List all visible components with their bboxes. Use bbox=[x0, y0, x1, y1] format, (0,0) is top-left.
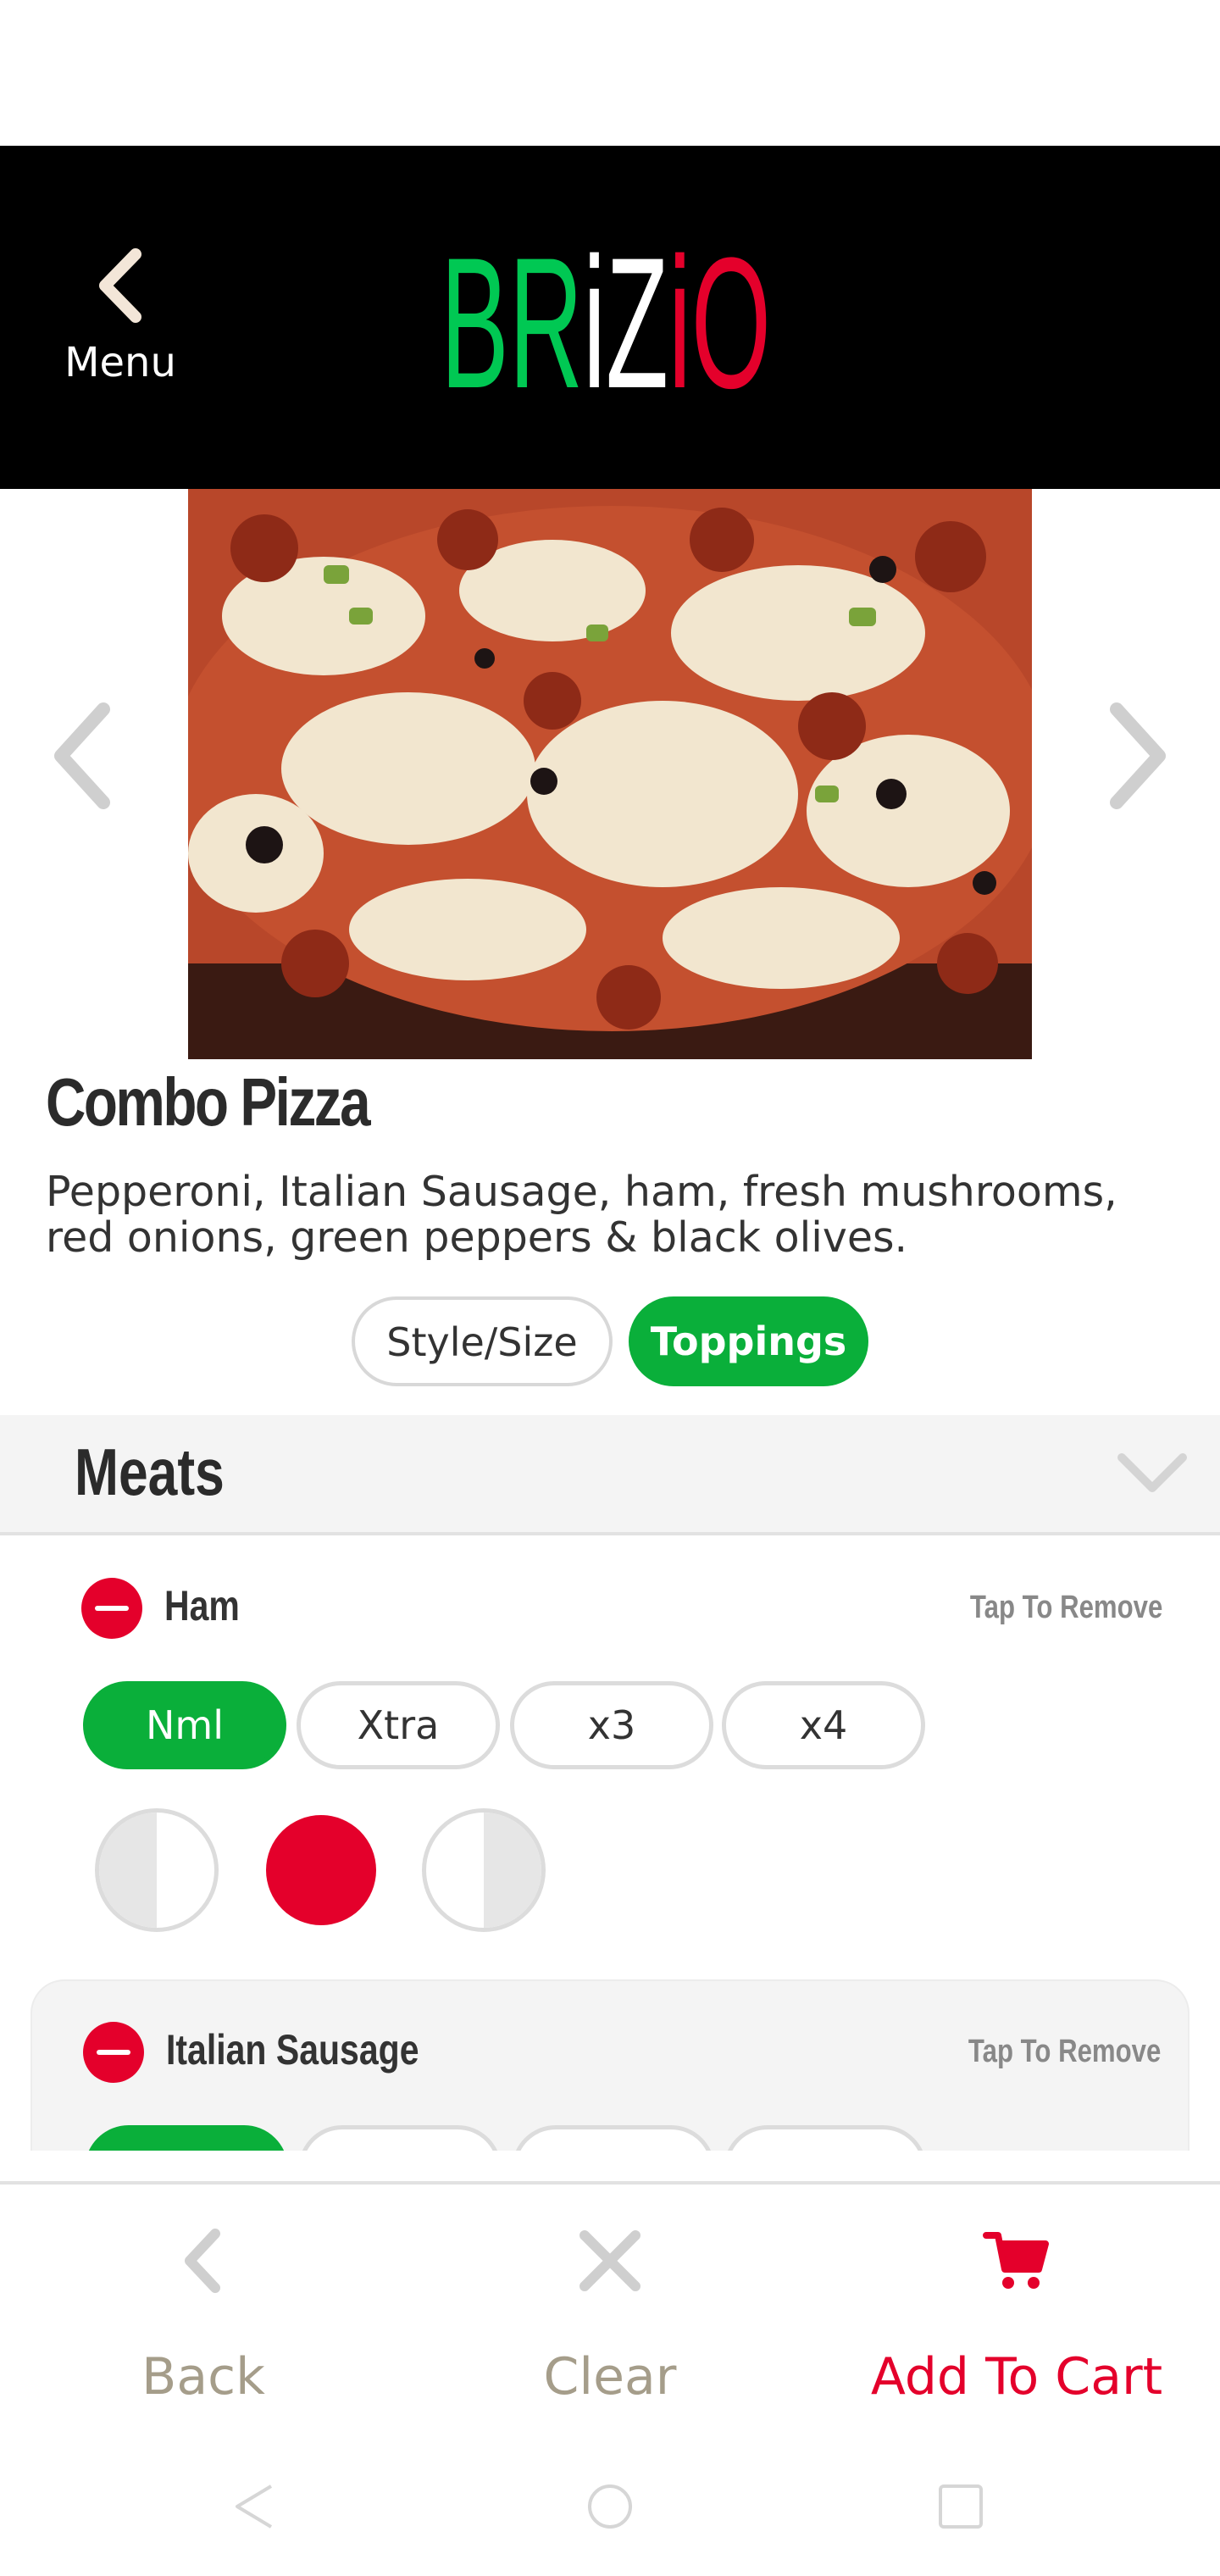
menu-back-label: Menu bbox=[64, 339, 176, 386]
right-half-portion-icon[interactable] bbox=[422, 1808, 546, 1932]
image-carousel bbox=[0, 489, 1220, 1059]
remove-topping-icon[interactable] bbox=[83, 2022, 144, 2083]
tab-toppings[interactable]: Toppings bbox=[629, 1296, 868, 1386]
add-to-cart-button[interactable]: Add To Cart bbox=[813, 2185, 1220, 2439]
amount-option-xtra[interactable]: Xtra bbox=[297, 1681, 500, 1769]
status-bar bbox=[0, 0, 1220, 146]
chevron-left-icon bbox=[185, 2229, 220, 2293]
amount-option-x3[interactable]: x3 bbox=[512, 2125, 715, 2151]
amount-option-nml[interactable]: Nml bbox=[85, 2125, 288, 2151]
tap-to-remove-label[interactable]: Tap To Remove bbox=[968, 2034, 1161, 2070]
bottom-action-bar: Back Clear Add To Cart bbox=[0, 2185, 1220, 2439]
topping-item-ham: Ham Tap To Remove Nml Xtra x3 x4 bbox=[0, 1539, 1220, 1963]
svg-text:BRiZiO: BRiZiO bbox=[441, 230, 771, 408]
topping-name: Italian Sausage bbox=[166, 2026, 419, 2074]
section-title: Meats bbox=[75, 1435, 225, 1509]
amount-option-x4[interactable]: x4 bbox=[724, 2125, 927, 2151]
clear-label: Clear bbox=[543, 2347, 677, 2407]
system-home-icon[interactable] bbox=[585, 2481, 635, 2532]
whole-portion-icon[interactable] bbox=[266, 1815, 376, 1925]
close-icon bbox=[580, 2230, 640, 2291]
amount-option-nml[interactable]: Nml bbox=[83, 1681, 286, 1769]
menu-back-button[interactable]: Menu bbox=[44, 247, 197, 400]
option-tabs: Style/Size Toppings bbox=[0, 1296, 1220, 1386]
chevron-down-icon bbox=[1117, 1453, 1187, 1492]
add-to-cart-label: Add To Cart bbox=[870, 2347, 1163, 2407]
topping-name: Ham bbox=[164, 1582, 240, 1629]
app-header: Menu BRiZiO bbox=[0, 146, 1220, 489]
pizza-photo bbox=[188, 489, 1032, 1059]
toppings-list[interactable]: Ham Tap To Remove Nml Xtra x3 x4 Italian… bbox=[0, 1539, 1220, 2151]
system-back-icon[interactable] bbox=[229, 2481, 280, 2532]
left-half-portion-icon[interactable] bbox=[95, 1808, 219, 1932]
back-label: Back bbox=[141, 2347, 265, 2407]
product-title: Combo Pizza bbox=[46, 1064, 371, 1140]
topping-item-italian-sausage: Italian Sausage Tap To Remove Nml Xtra x… bbox=[30, 1979, 1190, 2151]
cart-icon bbox=[983, 2232, 1049, 2289]
brizio-logo: BRiZiO bbox=[441, 230, 771, 408]
tap-to-remove-label[interactable]: Tap To Remove bbox=[970, 1590, 1162, 1626]
amount-option-xtra[interactable]: Xtra bbox=[298, 2125, 502, 2151]
tab-style-size[interactable]: Style/Size bbox=[352, 1296, 613, 1386]
meats-section-header[interactable]: Meats bbox=[0, 1415, 1220, 1535]
carousel-next-icon[interactable] bbox=[1103, 701, 1171, 811]
amount-option-x4[interactable]: x4 bbox=[722, 1681, 925, 1769]
carousel-prev-icon[interactable] bbox=[49, 701, 117, 811]
clear-button[interactable]: Clear bbox=[407, 2185, 813, 2439]
system-recents-icon[interactable] bbox=[935, 2481, 986, 2532]
product-description: Pepperoni, Italian Sausage, ham, fresh m… bbox=[46, 1168, 1117, 1262]
remove-topping-icon[interactable] bbox=[81, 1578, 142, 1639]
system-nav-bar bbox=[0, 2439, 1220, 2576]
chevron-left-icon bbox=[99, 248, 141, 323]
back-button[interactable]: Back bbox=[0, 2185, 407, 2439]
amount-option-x3[interactable]: x3 bbox=[510, 1681, 713, 1769]
